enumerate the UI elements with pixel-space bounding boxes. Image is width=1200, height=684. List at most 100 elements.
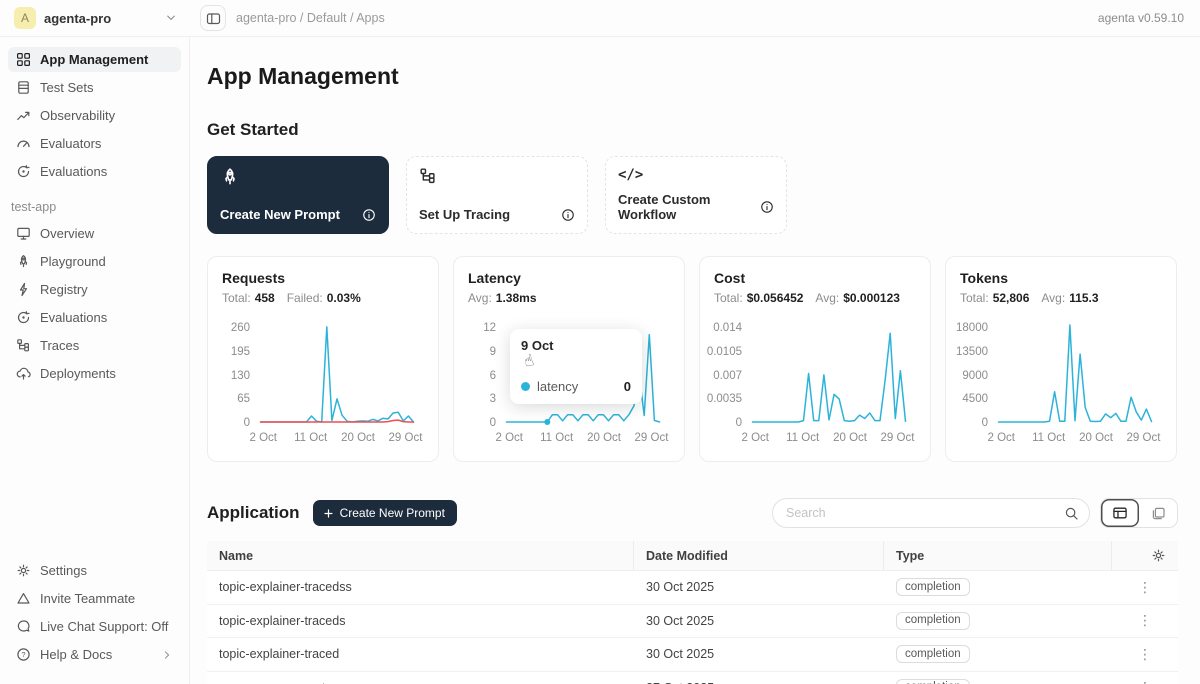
app-type-badge: completion — [896, 679, 970, 684]
sidebar-item-overview[interactable]: Overview — [8, 221, 181, 246]
app-date-modified: 30 Oct 2025 — [646, 647, 714, 661]
info-icon[interactable] — [561, 208, 575, 222]
sidebar-item-app-management[interactable]: App Management — [8, 47, 181, 72]
refresh-circle-icon — [16, 310, 31, 325]
set-up-tracing-card[interactable]: Set Up Tracing — [406, 156, 588, 234]
sidebar-item-label: Observability — [40, 108, 115, 123]
sidebar-item-traces[interactable]: Traces — [8, 333, 181, 358]
create-custom-workflow-card[interactable]: </> Create Custom Workflow — [605, 156, 787, 234]
table-header: Name Date Modified Type — [207, 541, 1178, 571]
card-view-button[interactable] — [1139, 499, 1177, 527]
sidebar-item-deployments[interactable]: Deployments — [8, 361, 181, 386]
stat-summary: Avg:1.38ms — [468, 291, 670, 305]
sidebar-item-label: App Management — [40, 52, 148, 67]
tokens-chart[interactable]: 18000135009000450002 Oct11 Oct20 Oct29 O… — [960, 319, 1162, 447]
row-actions-menu[interactable]: ⋮ — [1124, 646, 1166, 663]
sidebar-collapse-button[interactable] — [200, 5, 226, 31]
chart-tooltip: 9 Oct ☝ latency 0 — [510, 329, 642, 404]
card-label: Set Up Tracing — [419, 207, 510, 222]
chart-plot[interactable] — [996, 319, 1154, 425]
y-axis-labels: 1800013500900045000 — [960, 319, 996, 425]
column-header-type[interactable]: Type — [884, 541, 1112, 570]
column-settings-gear-icon[interactable] — [1112, 541, 1178, 570]
sidebar-item-registry[interactable]: Registry — [8, 277, 181, 302]
stat-pair: Avg:1.38ms — [468, 291, 537, 305]
page-title: App Management — [207, 63, 1178, 90]
chat-bubble-icon — [16, 619, 31, 634]
row-actions-menu[interactable]: ⋮ — [1124, 579, 1166, 596]
cost-chart[interactable]: 0.0140.01050.0070.003502 Oct11 Oct20 Oct… — [714, 319, 916, 447]
svg-text:?: ? — [21, 650, 25, 659]
traces-icon — [419, 167, 575, 185]
chevron-down-icon — [164, 11, 178, 25]
table-row[interactable]: topic-explainer-traceds 30 Oct 2025 comp… — [207, 605, 1178, 639]
requests-chart[interactable]: 2601951306502 Oct11 Oct20 Oct29 Oct — [222, 319, 424, 447]
sidebar-item-evaluations[interactable]: Evaluations — [8, 159, 181, 184]
application-heading: Application — [207, 503, 300, 523]
info-icon[interactable] — [362, 208, 376, 222]
breadcrumb[interactable]: agenta-pro / Default / Apps — [236, 11, 385, 25]
stat-pair: Total:52,806 — [960, 291, 1029, 305]
chart-plot[interactable] — [258, 319, 416, 425]
sidebar-item-settings[interactable]: Settings — [8, 558, 181, 583]
tooltip-series: latency — [537, 379, 578, 394]
sidebar-item-evaluators[interactable]: Evaluators — [8, 131, 181, 156]
tooltip-date: 9 Oct — [521, 338, 631, 353]
search-box — [772, 498, 1090, 528]
stat-title: Tokens — [960, 270, 1162, 286]
chart-plot[interactable] — [750, 319, 908, 425]
table-row[interactable]: topic-explainer-traced 30 Oct 2025 compl… — [207, 638, 1178, 672]
sidebar-item-label: Evaluations — [40, 310, 107, 325]
sidebar-item-label: Deployments — [40, 366, 116, 381]
plus-icon — [322, 507, 335, 520]
sidebar-item-label: Settings — [40, 563, 87, 578]
latency-stat-card: Latency Avg:1.38ms 1296302 Oct11 Oct20 O… — [453, 256, 685, 462]
x-axis-labels: 2 Oct11 Oct20 Oct29 Oct — [258, 432, 416, 447]
sidebar-item-label: Registry — [40, 282, 88, 297]
view-toggle — [1100, 498, 1178, 528]
card-label: Create New Prompt — [220, 207, 340, 222]
x-axis-labels: 2 Oct11 Oct20 Oct29 Oct — [996, 432, 1154, 447]
x-axis-labels: 2 Oct11 Oct20 Oct29 Oct — [504, 432, 662, 447]
search-input[interactable] — [786, 506, 1053, 520]
sidebar-item-live-chat[interactable]: Live Chat Support: Off — [8, 614, 181, 639]
workspace-switcher[interactable]: A agenta-pro — [0, 0, 190, 36]
hand-cursor-icon: ☝ — [522, 350, 536, 372]
sidebar-item-invite-teammate[interactable]: Invite Teammate — [8, 586, 181, 611]
sidebar-item-test-sets[interactable]: Test Sets — [8, 75, 181, 100]
table-row[interactable]: career-assessment 27 Oct 2025 completion… — [207, 672, 1178, 684]
sidebar-item-label: Playground — [40, 254, 106, 269]
table-row[interactable]: topic-explainer-tracedss 30 Oct 2025 com… — [207, 571, 1178, 605]
stat-pair: Avg:$0.000123 — [815, 291, 900, 305]
stat-title: Cost — [714, 270, 916, 286]
cloud-upload-icon — [16, 366, 31, 381]
row-actions-menu[interactable]: ⋮ — [1124, 679, 1166, 684]
sidebar-item-evaluations-app[interactable]: Evaluations — [8, 305, 181, 330]
search-icon[interactable] — [1053, 499, 1089, 527]
app-type-badge: completion — [896, 578, 970, 596]
info-icon[interactable] — [760, 200, 774, 214]
sidebar-item-label: Traces — [40, 338, 79, 353]
sidebar-item-playground[interactable]: Playground — [8, 249, 181, 274]
tooltip-value: 0 — [624, 379, 631, 394]
row-actions-menu[interactable]: ⋮ — [1124, 612, 1166, 629]
create-new-prompt-button[interactable]: Create New Prompt — [313, 500, 457, 526]
gauge-icon — [16, 136, 31, 151]
app-type-badge: completion — [896, 645, 970, 663]
column-header-name[interactable]: Name — [207, 541, 634, 570]
sidebar-item-help-docs[interactable]: ? Help & Docs — [8, 642, 181, 667]
workspace-name: agenta-pro — [44, 11, 111, 26]
stat-summary: Total:$0.056452 Avg:$0.000123 — [714, 291, 916, 305]
app-version: agenta v0.59.10 — [1098, 11, 1184, 25]
create-new-prompt-card[interactable]: Create New Prompt — [207, 156, 389, 234]
sidebar-item-label: Evaluations — [40, 164, 107, 179]
table-view-button[interactable] — [1101, 499, 1139, 527]
sidebar-item-observability[interactable]: Observability — [8, 103, 181, 128]
stat-pair: Total:$0.056452 — [714, 291, 803, 305]
stat-summary: Total:52,806Avg:115.3 — [960, 291, 1162, 305]
sidebar-item-label: Invite Teammate — [40, 591, 135, 606]
sidebar-item-label: Live Chat Support: Off — [40, 619, 168, 634]
stats-row: Requests Total:458Failed:0.03% 260195130… — [207, 256, 1178, 462]
column-header-date-modified[interactable]: Date Modified — [634, 541, 884, 570]
refresh-circle-icon — [16, 164, 31, 179]
